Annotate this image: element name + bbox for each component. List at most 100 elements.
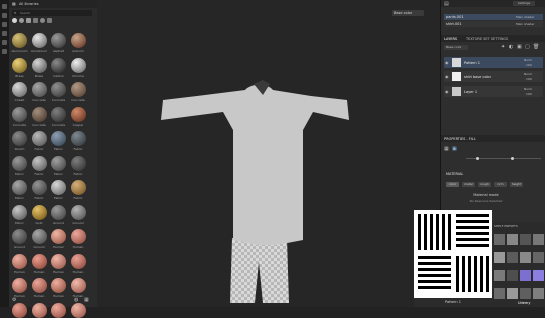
filter-brushes-icon[interactable] [33,18,38,23]
visibility-eye-icon[interactable]: ◉ [445,74,449,79]
material-thumbnail[interactable] [12,278,27,293]
material-thumbnail[interactable] [12,57,27,73]
layer-blend-mode[interactable]: Norm [524,58,532,62]
preset-thumbnail[interactable] [520,288,531,299]
add-layer-icon[interactable]: ▢ [525,44,530,50]
material-thumbnail[interactable] [12,131,27,146]
material-thumbnail[interactable] [12,204,27,220]
material-thumbnail[interactable] [51,131,66,146]
add-mask-icon[interactable]: ◐ [509,44,513,50]
preset-thumbnail[interactable] [533,288,544,299]
preset-thumbnail[interactable] [520,252,531,263]
paint-tool-icon[interactable] [2,4,7,9]
material-thumbnail[interactable] [31,82,47,97]
channel-nrm-button[interactable]: nrm [494,182,507,187]
material-thumbnail[interactable] [70,155,86,171]
preset-thumbnail[interactable] [533,270,544,281]
tab-layers[interactable]: LAYERS [444,37,457,41]
material-thumbnail[interactable] [31,253,47,269]
material-thumbnail[interactable] [51,82,66,97]
material-thumbnail[interactable] [70,204,86,220]
filter-textures-icon[interactable] [26,18,31,23]
filter-masks-icon[interactable] [47,18,52,23]
settings-icon[interactable]: ⚙ [12,297,16,303]
material-thumbnail[interactable] [31,106,47,122]
layer-opacity[interactable]: 100 [526,92,532,96]
layer-row[interactable]: ◉ Pattern 1 Norm 100 [444,57,543,68]
eraser-tool-icon[interactable] [2,13,7,18]
3d-viewport[interactable]: Base color [97,0,440,307]
material-thumbnail[interactable] [12,106,27,122]
picker-tool-icon[interactable] [2,49,7,54]
layer-opacity[interactable]: 100 [526,63,532,67]
add-fill-layer-icon[interactable]: ▣ [517,44,522,50]
channel-rough-button[interactable]: rough [478,182,491,187]
channel-metal-button[interactable]: metal [462,182,475,187]
material-thumbnail[interactable] [70,82,86,97]
preset-thumbnail[interactable] [520,270,531,281]
slider-track[interactable] [466,157,541,160]
preset-thumbnail[interactable] [494,234,505,245]
material-thumbnail[interactable] [12,82,27,97]
channel-color-button[interactable]: color [446,182,459,187]
channel-select[interactable]: Base color [444,45,468,50]
preset-thumbnail[interactable] [533,234,544,245]
slider-handle[interactable] [511,157,514,160]
material-thumbnail[interactable] [70,131,86,146]
preset-thumbnail[interactable] [533,252,544,263]
material-thumbnail[interactable] [12,33,27,48]
visibility-eye-icon[interactable]: ◉ [445,60,449,65]
view-toggle-icon[interactable]: ◍ [74,297,78,303]
projection-tool-icon[interactable] [2,22,7,27]
material-thumbnail[interactable] [31,302,47,318]
layer-row[interactable]: ◉ Layer 1 Norm 100 [444,86,543,97]
material-thumbnail[interactable] [70,253,86,269]
preset-thumbnail[interactable] [494,270,505,281]
texture-set-row[interactable]: shirt.001 Main shader [444,21,543,27]
material-thumbnail[interactable] [31,57,47,73]
material-thumbnail[interactable] [70,57,86,73]
material-thumbnail[interactable] [51,302,66,318]
smudge-tool-icon[interactable] [2,31,7,36]
texture-set-row[interactable]: pants.001 Main shader [444,14,543,20]
material-thumbnail[interactable] [12,253,27,269]
material-thumbnail[interactable] [12,302,27,318]
material-thumbnail[interactable] [70,33,86,48]
preset-thumbnail[interactable] [494,288,505,299]
layer-blend-mode[interactable]: Norm [524,72,532,76]
material-thumbnail[interactable] [31,180,47,195]
material-thumbnail[interactable] [51,204,66,220]
material-thumbnail[interactable] [70,302,86,318]
delete-layer-icon[interactable]: 🗑 [533,44,539,50]
material-thumbnail[interactable] [31,33,47,48]
preset-thumbnail[interactable] [520,234,531,245]
material-thumbnail[interactable] [51,155,66,171]
material-thumbnail[interactable] [70,278,86,293]
tab-texture-set-settings[interactable]: TEXTURE SET SETTINGS [466,37,508,41]
material-thumbnail[interactable] [31,204,47,220]
material-thumbnail[interactable] [70,229,86,244]
search-input[interactable]: Search [20,11,30,15]
filter-smart-materials-icon[interactable] [19,18,24,23]
material-thumbnail[interactable] [31,131,47,146]
grid-view-icon[interactable]: ▦ [84,297,89,303]
preset-thumbnail[interactable] [494,252,505,263]
material-thumbnail[interactable] [51,180,66,195]
layer-row[interactable]: ◉ shirt base color Norm 100 [444,71,543,82]
preset-thumbnail[interactable] [507,234,518,245]
filter-materials-icon[interactable] [12,18,17,23]
texture-set-settings-tab[interactable]: Settings [513,1,535,6]
fill-icon[interactable]: ▦ [444,146,449,152]
add-effect-icon[interactable]: ✦ [501,44,505,50]
material-thumbnail[interactable] [51,33,66,48]
projection-icon[interactable]: ▣ [452,146,457,152]
material-thumbnail[interactable] [70,106,86,122]
material-thumbnail[interactable] [31,278,47,293]
material-thumbnail[interactable] [70,180,86,195]
material-thumbnail[interactable] [31,229,47,244]
assets-search[interactable]: ⌕ Search [12,10,92,16]
material-thumbnail[interactable] [51,278,66,293]
material-thumbnail[interactable] [51,106,66,122]
material-thumbnail[interactable] [31,155,47,171]
material-thumbnail[interactable] [12,180,27,195]
